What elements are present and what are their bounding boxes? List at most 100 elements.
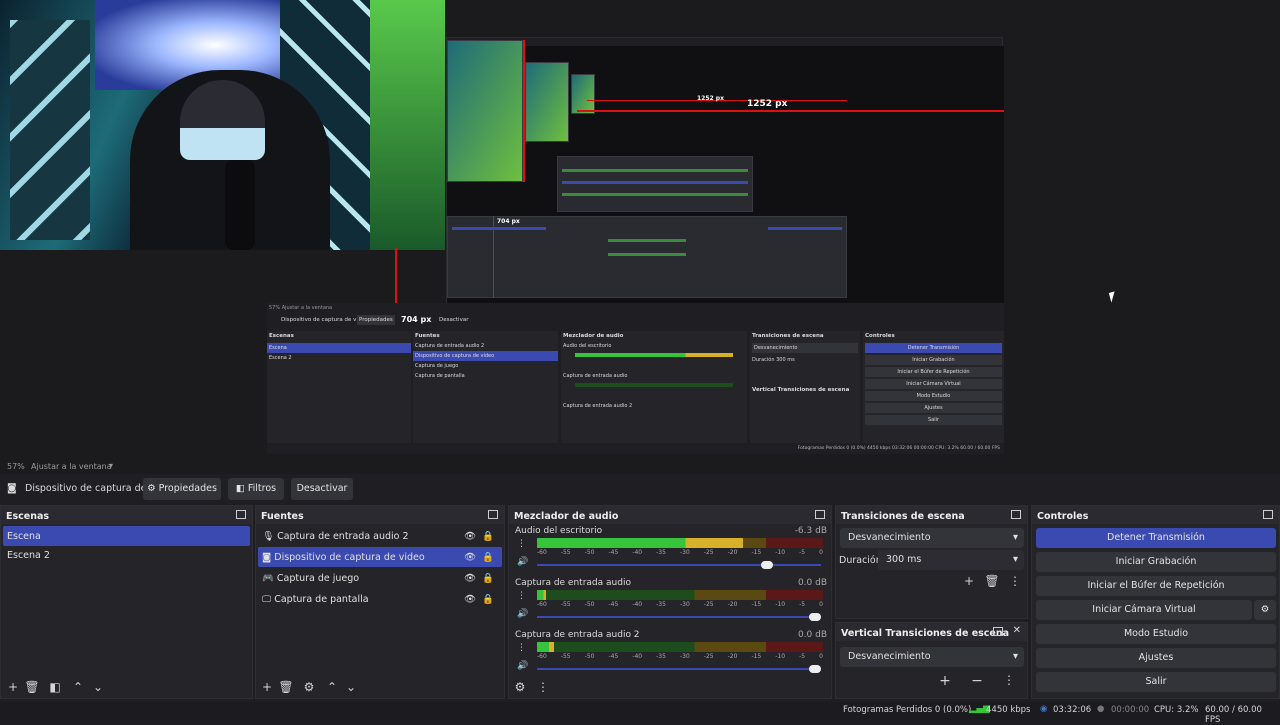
meter-tick-label: -5	[799, 653, 806, 660]
meter-tick-label: -40	[632, 653, 643, 660]
meter-tick-label: -25	[703, 549, 714, 556]
add-icon[interactable]: +	[960, 574, 978, 588]
nested-mixer-channel: Captura de entrada audio	[563, 373, 628, 379]
filter-icon[interactable]: ◧	[46, 680, 64, 694]
kebab-menu-icon[interactable]: ⋮	[517, 591, 526, 601]
meter-tick-label: -45	[608, 549, 619, 556]
deactivate-button[interactable]: Desactivar	[291, 478, 353, 500]
meter-ticks: -60 -55 -50 -45 -40 -35 -30 -25 -20 -15 -10 -5 0	[537, 549, 823, 557]
eye-icon[interactable]: 👁	[464, 573, 476, 584]
source-item[interactable]: 🖵 Captura de pantalla 👁 🔒	[258, 589, 502, 609]
add-icon[interactable]: +	[4, 680, 22, 694]
source-item[interactable]: 🎙 Captura de entrada audio 2 👁 🔒	[258, 526, 502, 546]
undock-icon[interactable]	[815, 510, 825, 519]
chevron-down-icon[interactable]: ⌄	[89, 680, 107, 694]
settings-button[interactable]: Ajustes	[1036, 648, 1276, 668]
camera-icon: ◙	[7, 483, 17, 494]
transition-select[interactable]: Desvanecimiento	[840, 528, 1024, 548]
kebab-menu-icon[interactable]: ⋮	[1000, 673, 1018, 687]
replay-buffer-button[interactable]: Iniciar el Búfer de Repetición	[1036, 576, 1276, 596]
monitor-icon: 🖵	[262, 594, 272, 605]
virtual-camera-button[interactable]: Iniciar Cámara Virtual	[1036, 600, 1252, 620]
nested-source-item: Captura de entrada audio 2	[415, 343, 485, 349]
undock-icon[interactable]	[488, 510, 498, 519]
mixer-title: Mezclador de audio	[509, 506, 831, 524]
trash-icon[interactable]: 🗑	[983, 574, 1001, 588]
stop-stream-button[interactable]: Detener Transmisión	[1036, 528, 1276, 548]
lock-icon[interactable]: 🔒	[482, 531, 494, 542]
chevron-down-icon[interactable]: ▾	[109, 461, 113, 470]
lock-icon[interactable]: 🔒	[482, 552, 494, 563]
nested-scene-item: Escena 2	[269, 355, 292, 361]
mixer-channel: Captura de entrada audio 2 0.0 dB ⋮ -60 -…	[515, 630, 827, 678]
source-item[interactable]: ◙ Dispositivo de captura de video 👁 🔒	[258, 547, 502, 567]
zoom-mode-dropdown[interactable]: Ajustar a la ventana	[31, 462, 112, 471]
properties-button[interactable]: ⚙ Propiedades	[143, 478, 221, 500]
speaker-icon[interactable]: 🔊	[517, 661, 528, 671]
dropped-frames: Fotogramas Perdidos 0 (0.0%)	[843, 705, 972, 715]
eye-icon[interactable]: 👁	[464, 552, 476, 563]
speaker-icon[interactable]: 🔊	[517, 609, 528, 619]
undock-icon[interactable]	[236, 510, 246, 519]
scenes-title: Escenas	[1, 506, 252, 524]
filters-button[interactable]: ◧ Filtros	[228, 478, 284, 500]
chevron-up-icon[interactable]: ⌃	[69, 680, 87, 694]
vertical-transition-select[interactable]: Desvanecimiento	[840, 647, 1024, 667]
record-icon: ●	[1097, 704, 1105, 714]
eye-icon[interactable]: 👁	[464, 531, 476, 542]
nested-sources-title: Fuentes	[415, 333, 440, 339]
trash-icon[interactable]: 🗑	[277, 680, 295, 694]
undock-icon[interactable]	[993, 627, 1003, 636]
kebab-menu-icon[interactable]: ⋮	[517, 539, 526, 549]
meter-tick-label: -25	[703, 601, 714, 608]
scene-item[interactable]: Escena	[3, 526, 250, 546]
meter-tick-label: -5	[799, 601, 806, 608]
volume-slider[interactable]	[537, 613, 821, 621]
nested-control: Salir	[865, 415, 1002, 425]
gear-icon[interactable]: ⚙	[511, 680, 529, 694]
add-icon[interactable]: +	[936, 673, 954, 689]
scene-item[interactable]: Escena 2	[3, 545, 250, 565]
scenes-dock: Escenas Escena Escena 2 + 🗑 ◧ ⌃ ⌄	[0, 505, 253, 699]
close-icon[interactable]: ✕	[1013, 625, 1021, 636]
volume-slider[interactable]	[537, 665, 821, 673]
exit-button[interactable]: Salir	[1036, 672, 1276, 692]
undock-icon[interactable]	[1263, 510, 1273, 519]
chevron-up-icon[interactable]: ⌃	[323, 680, 341, 694]
trash-icon[interactable]: 🗑	[23, 680, 41, 694]
properties-label: Propiedades	[158, 483, 217, 494]
filter-icon: ◧	[235, 483, 245, 494]
nested-zoom: 57% Ajustar a la ventana	[269, 305, 333, 311]
add-icon[interactable]: +	[258, 680, 276, 694]
lock-icon[interactable]: 🔒	[482, 573, 494, 584]
gear-icon[interactable]: ⚙	[300, 680, 318, 694]
nested-control: Iniciar Grabación	[865, 355, 1002, 365]
source-item[interactable]: 🎮 Captura de juego 👁 🔒	[258, 568, 502, 588]
gear-icon[interactable]: ⚙	[1254, 600, 1276, 620]
start-recording-button[interactable]: Iniciar Grabación	[1036, 552, 1276, 572]
channel-name: Captura de entrada audio 2	[515, 630, 640, 640]
studio-mode-button[interactable]: Modo Estudio	[1036, 624, 1276, 644]
kebab-menu-icon[interactable]: ⋮	[517, 643, 526, 653]
gear-icon: ⚙	[147, 483, 156, 494]
channel-db: 0.0 dB	[797, 578, 827, 588]
kebab-menu-icon[interactable]: ⋮	[534, 680, 552, 694]
meter-tick-label: -15	[751, 601, 762, 608]
mixer-channel: Audio del escritorio -6.3 dB ⋮ -60 -55 -50…	[515, 526, 827, 574]
lock-icon[interactable]: 🔒	[482, 594, 494, 605]
undock-icon[interactable]	[1011, 510, 1021, 519]
speaker-icon[interactable]: 🔊	[517, 557, 528, 567]
px-label-704: 704 px	[401, 315, 432, 324]
preview-canvas[interactable]: 1252 px 1252 px 704 px 57% Ajustar a la …	[0, 0, 1280, 458]
duration-input[interactable]: 300 ms	[878, 550, 1024, 570]
camera-icon: ◙	[262, 552, 272, 563]
volume-slider[interactable]	[537, 561, 821, 569]
minus-icon[interactable]: −	[968, 673, 986, 689]
kebab-menu-icon[interactable]: ⋮	[1006, 574, 1024, 588]
source-label: Captura de pantalla	[274, 594, 369, 605]
eye-icon[interactable]: 👁	[464, 594, 476, 605]
meter-tick-label: -15	[751, 653, 762, 660]
source-toolbar: ◙ Dispositivo de captura de v ⚙ Propieda…	[0, 476, 1280, 502]
meter-tick-label: -30	[679, 653, 690, 660]
chevron-down-icon[interactable]: ⌄	[342, 680, 360, 694]
